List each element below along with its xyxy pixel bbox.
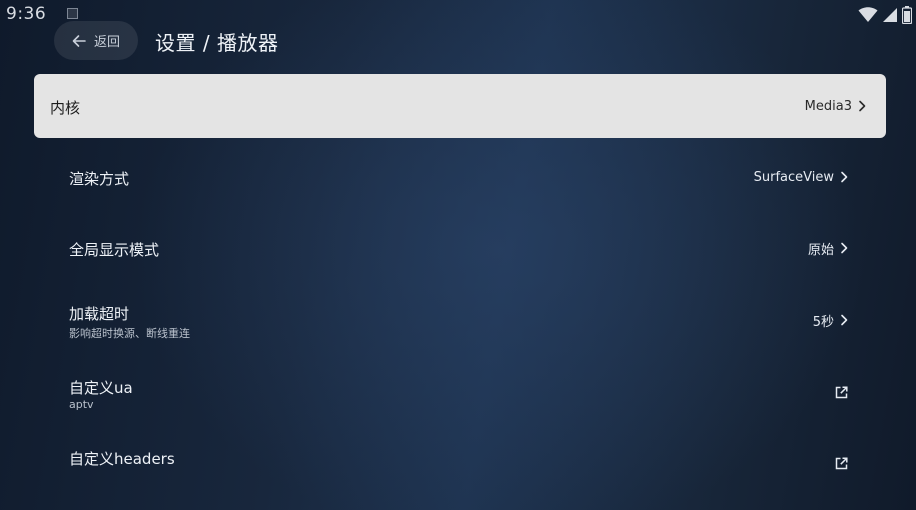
setting-row-custom-ua[interactable]: 自定义ua aptv [34, 360, 886, 424]
setting-value: SurfaceView [753, 169, 834, 185]
back-button[interactable]: 返回 [54, 21, 138, 60]
chevron-right-icon [841, 314, 848, 326]
setting-subtitle: 影响超时换源、断线重连 [69, 327, 190, 340]
chevron-right-icon [841, 171, 848, 183]
setting-title: 加载超时 [69, 305, 130, 323]
setting-row-custom-headers[interactable]: 自定义headers [34, 431, 886, 495]
battery-icon [902, 6, 912, 24]
setting-value-group: 原始 [808, 216, 848, 280]
back-button-label: 返回 [93, 35, 120, 50]
setting-value: 原始 [807, 242, 834, 258]
setting-title: 内核 [50, 99, 81, 117]
setting-title: 渲染方式 [69, 170, 130, 188]
setting-row-display-mode[interactable]: 全局显示模式 原始 [34, 216, 886, 280]
setting-title: 全局显示模式 [69, 241, 160, 259]
setting-value: Media3 [804, 98, 852, 114]
setting-value-group: SurfaceView [754, 145, 848, 209]
setting-row-render-mode[interactable]: 渲染方式 SurfaceView [34, 145, 886, 209]
setting-title: 自定义ua [69, 379, 133, 397]
chevron-right-icon [859, 100, 866, 112]
setting-value-group [835, 431, 848, 495]
setting-row-kernel[interactable]: 内核 Media3 [34, 74, 886, 138]
notification-icon [67, 8, 78, 19]
open-in-new-icon[interactable] [835, 456, 848, 470]
status-time: 9:36 [6, 4, 47, 24]
setting-subtitle: aptv [69, 398, 94, 411]
arrow-left-icon [72, 34, 86, 47]
status-icons [858, 6, 912, 24]
signal-icon [883, 8, 897, 22]
setting-value-group [835, 360, 848, 424]
setting-value-group: 5秒 [813, 288, 848, 352]
wifi-icon [858, 7, 878, 22]
chevron-right-icon [841, 242, 848, 254]
setting-row-load-timeout[interactable]: 加载超时 影响超时换源、断线重连 5秒 [34, 288, 886, 352]
setting-value: 5秒 [812, 314, 834, 330]
page-title: 设置 / 播放器 [155, 31, 279, 55]
setting-title: 自定义headers [69, 450, 175, 468]
setting-value-group: Media3 [805, 74, 866, 138]
open-in-new-icon[interactable] [835, 385, 848, 399]
